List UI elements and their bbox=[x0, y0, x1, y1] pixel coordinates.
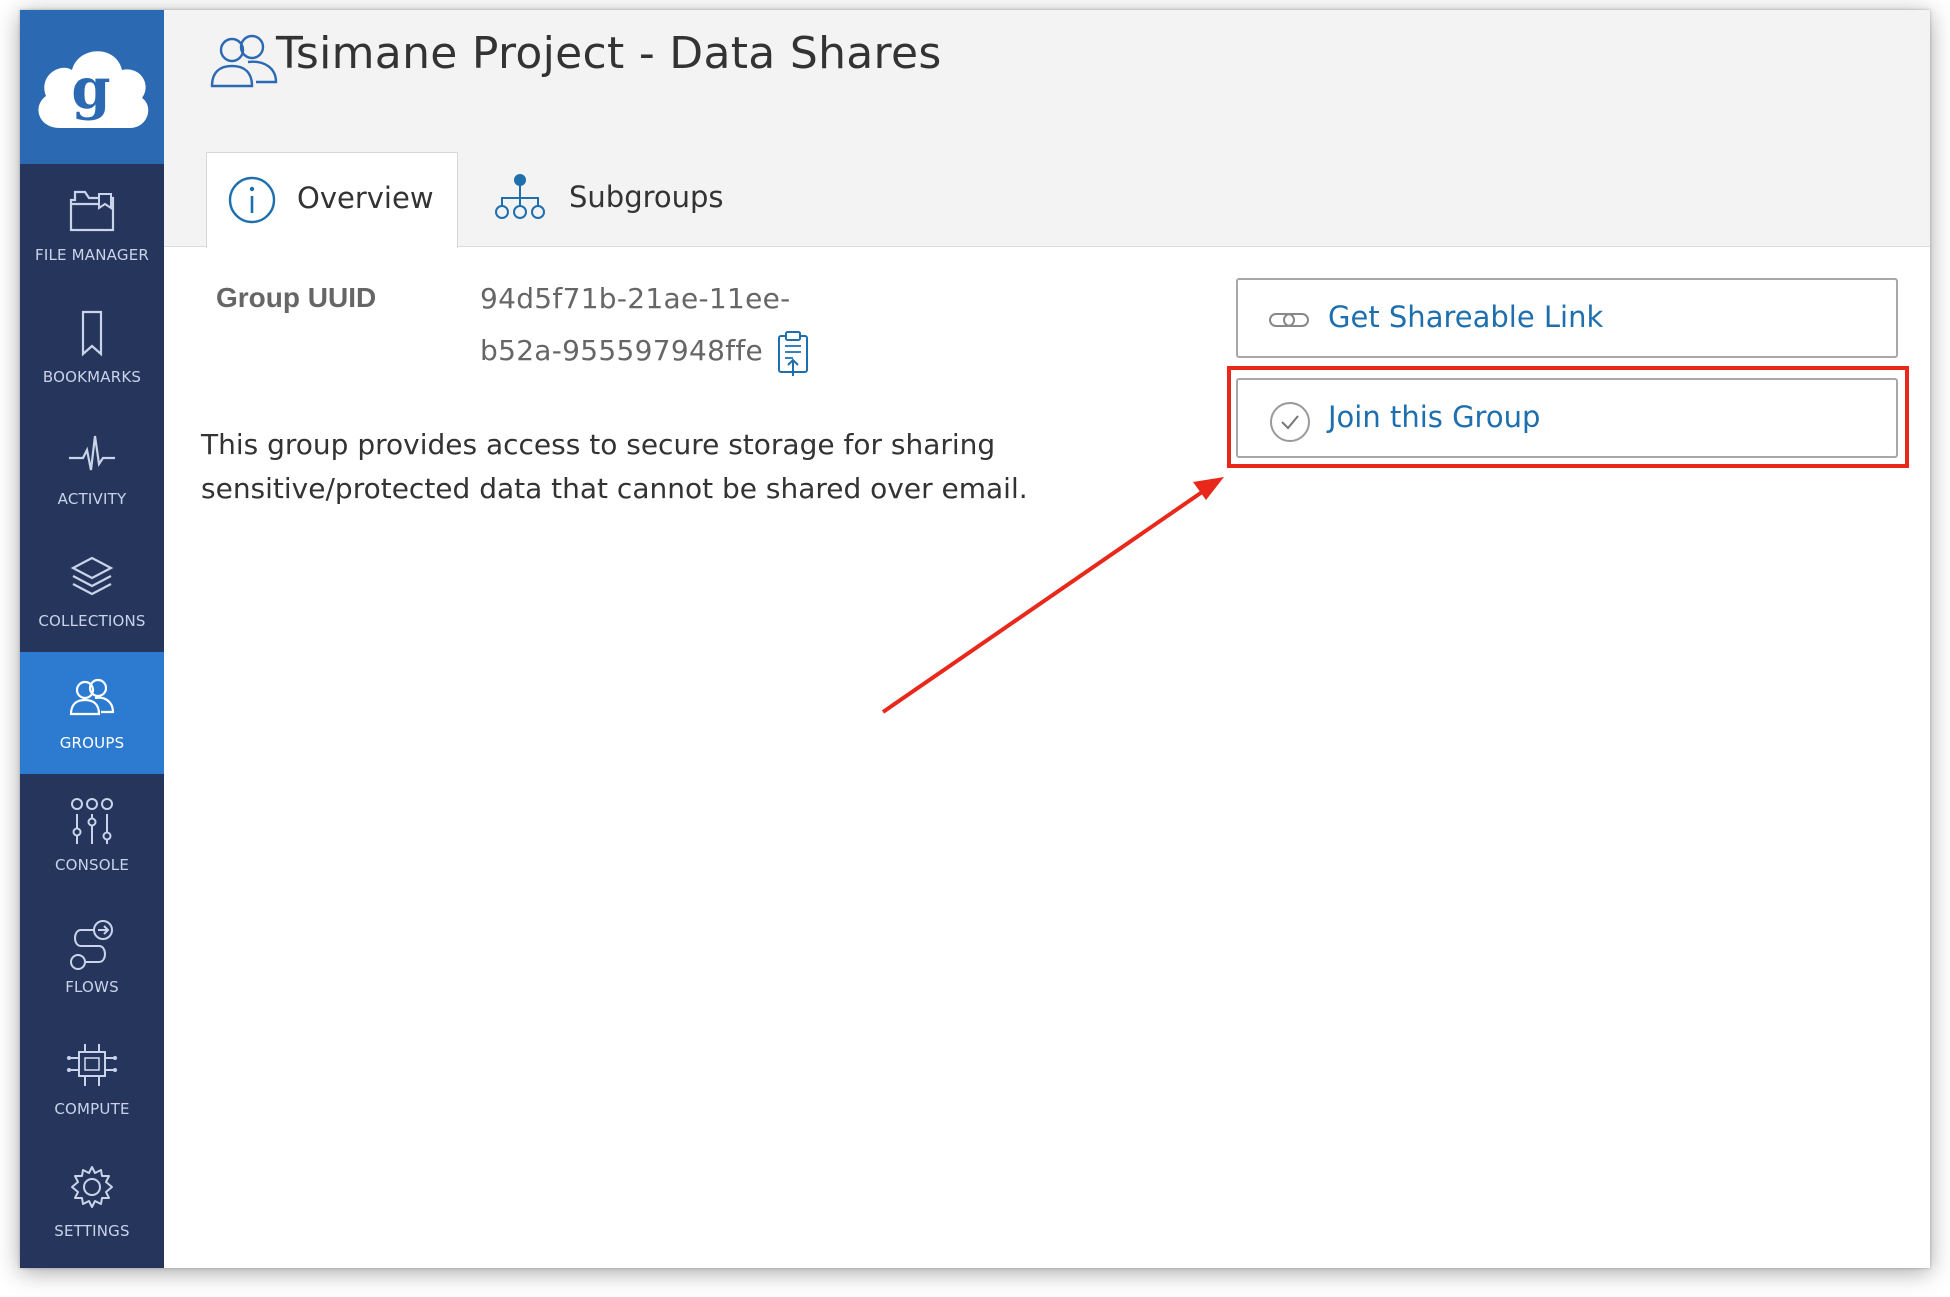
sidebar-item-bookmarks[interactable]: BOOKMARKS bbox=[20, 286, 164, 408]
sidebar-item-label: COLLECTIONS bbox=[38, 612, 146, 630]
app-window: g FILE MANAGER BOOKMARKS ACTIVITY COLLEC… bbox=[20, 10, 1930, 1268]
group-description: This group provides access to secure sto… bbox=[201, 428, 996, 461]
copy-to-clipboard-icon[interactable] bbox=[776, 330, 810, 378]
info-icon bbox=[228, 176, 276, 224]
sidebar-item-label: ACTIVITY bbox=[57, 490, 127, 508]
group-description: sensitive/protected data that cannot be … bbox=[201, 472, 1028, 505]
flows-icon bbox=[70, 920, 113, 970]
group-uuid-value: b52a-955597948ffe bbox=[480, 334, 764, 367]
layers-icon bbox=[70, 556, 114, 596]
hierarchy-icon bbox=[495, 174, 545, 219]
sidebar-item-activity[interactable]: ACTIVITY bbox=[20, 408, 164, 530]
people-icon bbox=[69, 678, 115, 716]
page-title: Tsimane Project - Data Shares bbox=[276, 28, 942, 79]
sidebar-item-label: BOOKMARKS bbox=[42, 368, 142, 386]
globus-logo[interactable]: g bbox=[20, 10, 164, 164]
tab-overview[interactable]: Overview bbox=[206, 152, 458, 248]
button-label: Join this Group bbox=[1328, 400, 1541, 434]
sidebar-item-label: COMPUTE bbox=[54, 1100, 130, 1118]
svg-text:g: g bbox=[71, 56, 110, 122]
button-label: Get Shareable Link bbox=[1328, 300, 1604, 334]
sidebar-item-file-manager[interactable]: FILE MANAGER bbox=[20, 164, 164, 286]
link-icon bbox=[1269, 313, 1309, 327]
get-shareable-link-button[interactable]: Get Shareable Link bbox=[1236, 278, 1898, 358]
sidebar-item-settings[interactable]: SETTINGS bbox=[20, 1140, 164, 1262]
sidebar-item-console[interactable]: CONSOLE bbox=[20, 774, 164, 896]
sidebar-item-flows[interactable]: FLOWS bbox=[20, 896, 164, 1018]
group-uuid-label: Group UUID bbox=[216, 282, 377, 313]
sidebar-item-label: SETTINGS bbox=[54, 1222, 130, 1240]
sidebar-item-label: CONSOLE bbox=[54, 856, 130, 874]
join-group-button[interactable]: Join this Group bbox=[1236, 378, 1898, 458]
sidebar-item-groups[interactable]: GROUPS bbox=[20, 652, 164, 774]
tab-label: Overview bbox=[297, 181, 434, 215]
tab-label: Subgroups bbox=[569, 180, 724, 214]
globus-cloud-logo-icon: g bbox=[38, 51, 149, 128]
check-circle-icon bbox=[1270, 402, 1310, 442]
sidebar-item-label: GROUPS bbox=[59, 734, 125, 752]
sidebar-item-collections[interactable]: COLLECTIONS bbox=[20, 530, 164, 652]
page-header: Tsimane Project - Data Shares Overview S… bbox=[164, 10, 1930, 248]
folder-icon bbox=[69, 190, 115, 232]
compute-icon bbox=[67, 1044, 117, 1086]
sidebar-item-label: FILE MANAGER bbox=[35, 246, 149, 264]
people-icon bbox=[210, 34, 278, 88]
sidebar-item-compute[interactable]: COMPUTE bbox=[20, 1018, 164, 1140]
group-uuid-value: 94d5f71b-21ae-11ee- bbox=[480, 282, 791, 315]
pulse-icon bbox=[69, 435, 115, 471]
sidebar-item-label: FLOWS bbox=[65, 978, 119, 996]
tab-subgroups[interactable]: Subgroups bbox=[464, 152, 724, 247]
gear-icon bbox=[71, 1166, 113, 1208]
sliders-icon bbox=[71, 798, 113, 844]
sidebar: g FILE MANAGER BOOKMARKS ACTIVITY COLLEC… bbox=[20, 10, 164, 1268]
bookmark-icon bbox=[81, 310, 103, 357]
